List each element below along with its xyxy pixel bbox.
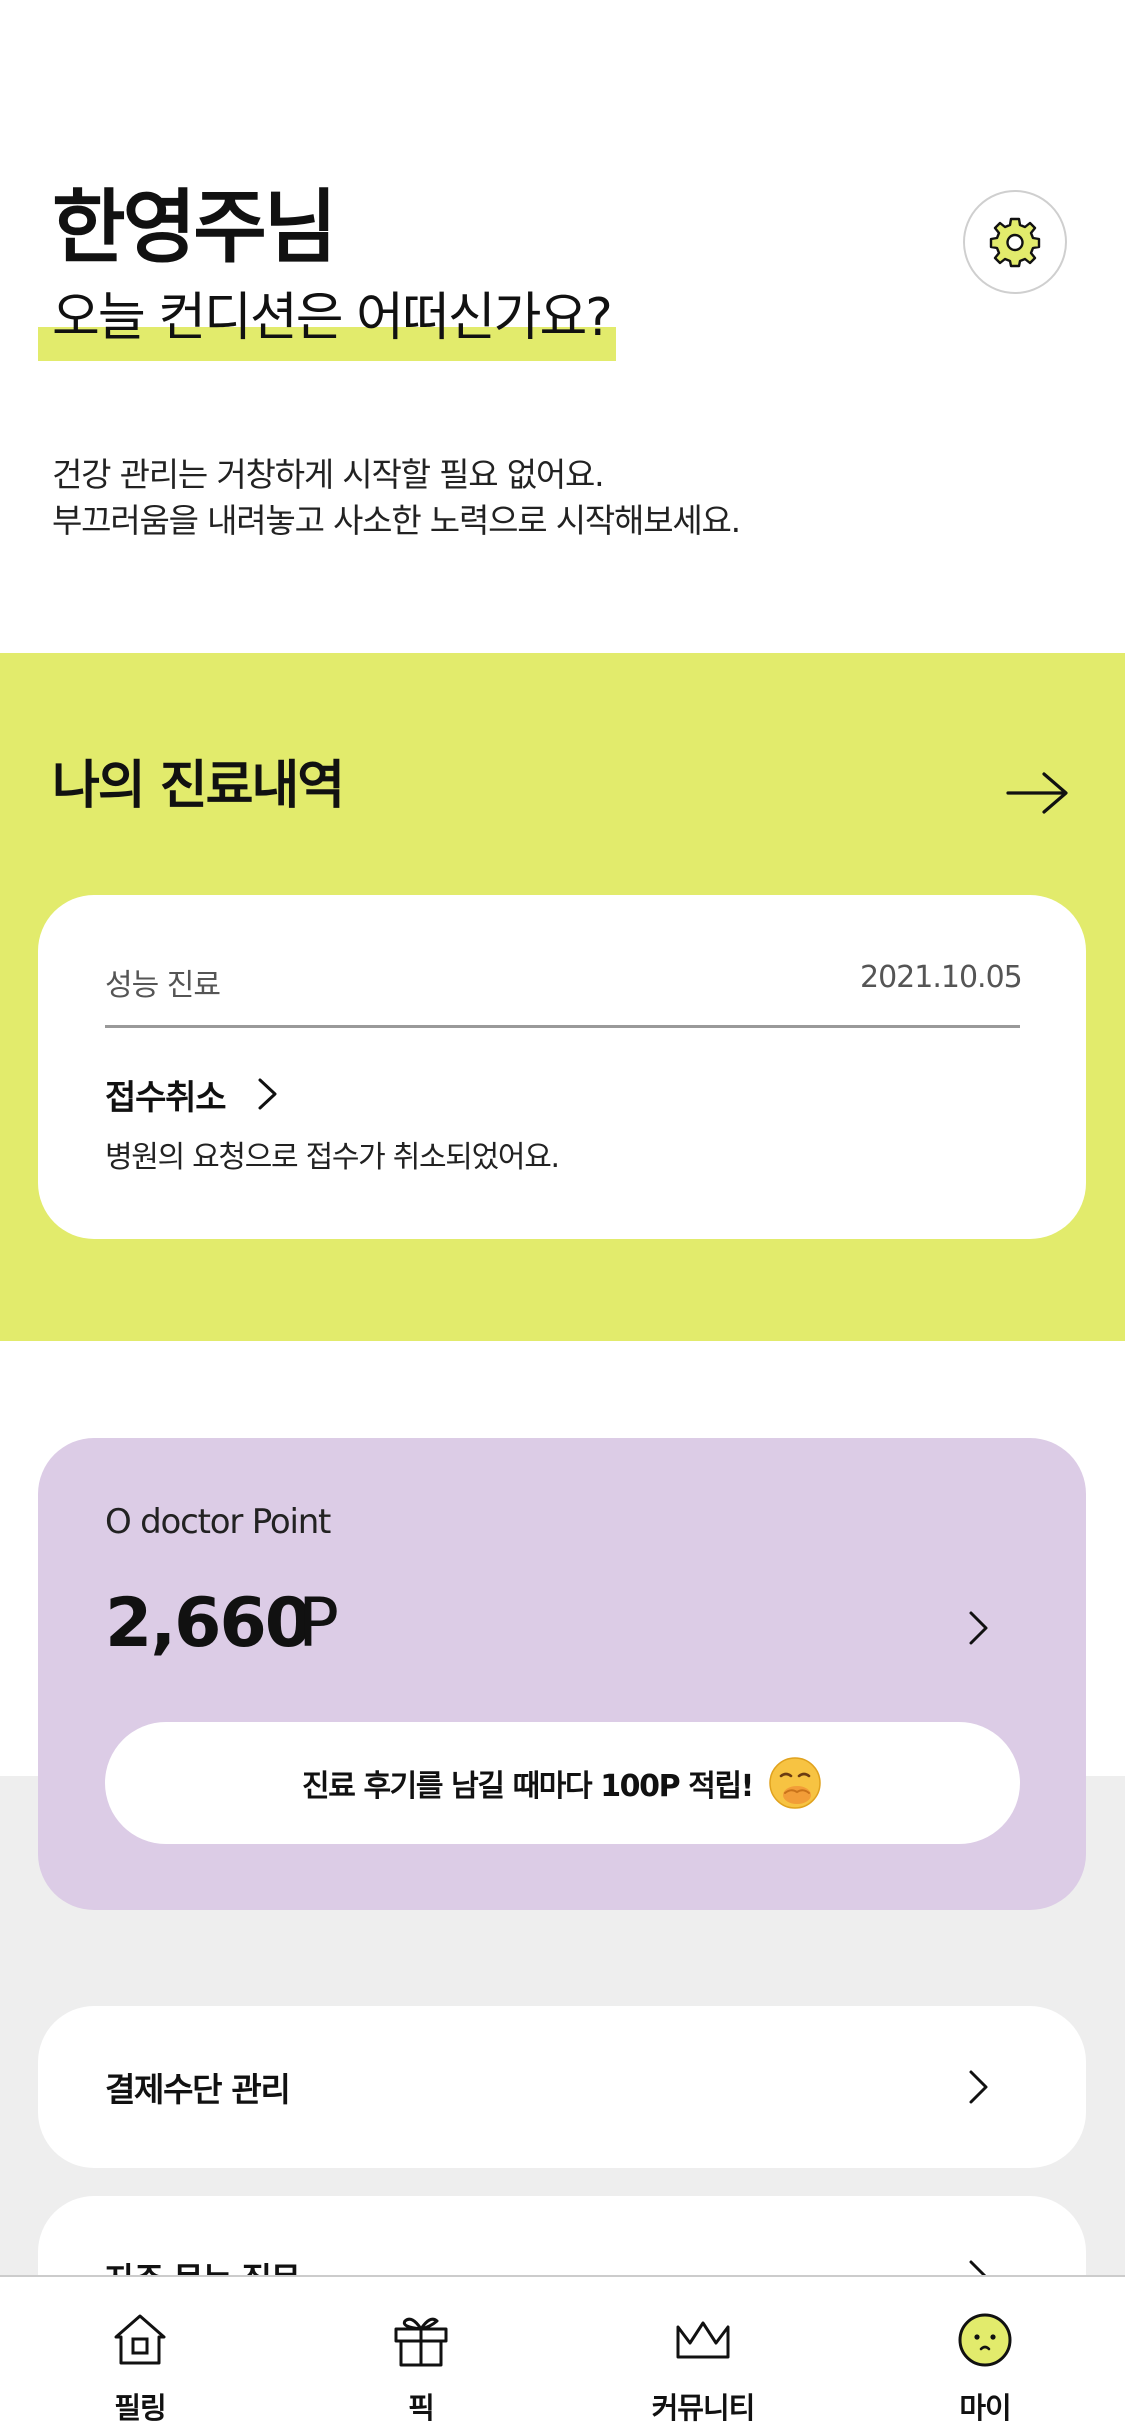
card-divider — [105, 1025, 1020, 1028]
treatment-date: 2021.10.05 — [860, 960, 1023, 995]
points-unit: P — [298, 1584, 340, 1663]
status-message: 병원의 요청으로 접수가 취소되었어요. — [105, 1140, 560, 1175]
gear-icon — [989, 217, 1041, 268]
tab-community[interactable]: 커뮤니티 — [613, 2277, 793, 2436]
history-card[interactable] — [38, 895, 1086, 1239]
points-label: O doctor Point — [105, 1502, 331, 1542]
menu-payment-methods[interactable]: 결제수단 관리 — [38, 2006, 1086, 2168]
arrow-right-icon[interactable] — [1006, 770, 1070, 816]
tab-pick[interactable]: 픽 — [331, 2277, 511, 2436]
banner-text: 진료 후기를 남길 때마다 100P 적립! — [302, 1769, 754, 1804]
hand-over-mouth-emoji-icon — [769, 1757, 821, 1809]
intro-line-1: 건강 관리는 거창하게 시작할 필요 없어요. — [52, 455, 605, 494]
tab-feeling[interactable]: 필링 — [50, 2277, 230, 2436]
intro-line-2: 부끄러움을 내려놓고 사소한 노력으로 시작해보세요. — [52, 501, 741, 540]
history-title: 나의 진료내역 — [52, 756, 345, 816]
menu-label: 결제수단 관리 — [105, 2070, 291, 2109]
gift-icon — [394, 2317, 448, 2367]
home-icon — [114, 2314, 166, 2365]
chevron-right-icon[interactable] — [255, 1076, 281, 1112]
tab-label: 마이 — [959, 2391, 1011, 2425]
face-icon — [958, 2313, 1012, 2367]
treatment-type: 성능 진료 — [105, 968, 221, 1003]
chevron-right-icon[interactable] — [966, 1608, 992, 1648]
condition-question: 오늘 컨디션은 어떠신가요? — [52, 288, 613, 348]
settings-button[interactable] — [963, 190, 1067, 294]
crown-icon — [676, 2321, 730, 2359]
tab-my[interactable]: 마이 — [895, 2277, 1075, 2436]
treatment-status[interactable]: 접수취소 — [105, 1070, 227, 1119]
tab-label: 커뮤니티 — [651, 2391, 756, 2425]
review-reward-banner[interactable]: 진료 후기를 남길 때마다 100P 적립! — [105, 1722, 1020, 1844]
tab-label: 필링 — [114, 2391, 166, 2425]
intro-text: 건강 관리는 거창하게 시작할 필요 없어요. 부끄러움을 내려놓고 사소한 노… — [52, 452, 741, 544]
bottom-tab-bar: 필링 픽 커뮤니티 마이 — [0, 2275, 1125, 2436]
tab-label: 픽 — [408, 2391, 435, 2425]
points-value: 2,660 — [105, 1584, 312, 1663]
chevron-right-icon — [969, 2070, 988, 2104]
user-name-title: 한영주님 — [52, 181, 337, 274]
